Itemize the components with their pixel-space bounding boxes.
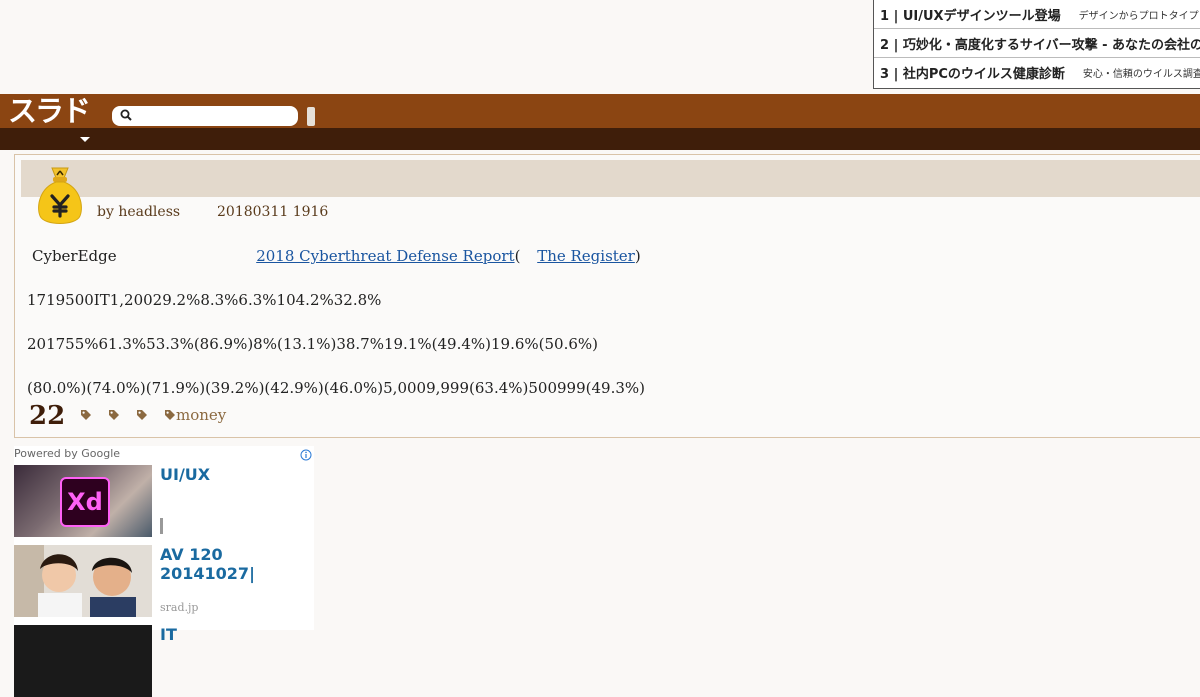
ad-title[interactable]: IT bbox=[160, 625, 310, 644]
tag-item[interactable] bbox=[108, 409, 120, 421]
ad-title[interactable]: UI/UX bbox=[160, 465, 310, 484]
ad-source: srad.jp bbox=[160, 601, 199, 614]
ad-thumbnail[interactable] bbox=[14, 625, 152, 697]
ad-item[interactable]: IT bbox=[14, 625, 314, 697]
story-intro-prefix: CyberEdge bbox=[32, 247, 117, 265]
open-paren: ( bbox=[514, 247, 521, 265]
story-author[interactable]: by headless bbox=[97, 204, 180, 220]
nav-bar bbox=[0, 128, 1200, 150]
search-box[interactable] bbox=[112, 106, 298, 126]
tag-list: money bbox=[80, 405, 242, 425]
sponsored-ads: Powered by Google Xd UI/UX AV 120 201410… bbox=[14, 446, 314, 697]
tag-icon bbox=[109, 410, 119, 420]
tag-label: money bbox=[176, 406, 227, 424]
source-link[interactable]: The Register bbox=[537, 247, 635, 265]
close-paren: ) bbox=[634, 247, 641, 265]
ranking-ad-box: 1 | UI/UXデザインツール登場 デザインからプロトタイプま 2 | 巧妙化… bbox=[873, 0, 1200, 89]
tag-icon bbox=[165, 410, 175, 420]
ranking-item-1[interactable]: 1 | UI/UXデザインツール登場 デザインからプロトタイプま bbox=[874, 0, 1200, 29]
ranking-item-2[interactable]: 2 | 巧妙化・高度化するサイバー攻撃 - あなたの会社の bbox=[874, 29, 1200, 58]
ranking-item-subtitle: デザインからプロトタイプま bbox=[1078, 10, 1200, 22]
ranking-item-title: 2 | 巧妙化・高度化するサイバー攻撃 - あなたの会社の bbox=[880, 37, 1200, 53]
ad-title[interactable]: AV 120 20141027| bbox=[160, 545, 310, 583]
search-button[interactable] bbox=[307, 107, 315, 126]
nav-dropdown-caret-icon[interactable] bbox=[80, 137, 90, 142]
story-paragraph-1: 1719500IT1,20029.2%8.3%6.3%104.2%32.8% bbox=[27, 291, 382, 309]
info-icon[interactable] bbox=[300, 449, 312, 461]
site-logo[interactable]: スラド bbox=[8, 97, 91, 126]
ad-source-marker bbox=[160, 518, 163, 534]
search-input[interactable] bbox=[138, 108, 292, 126]
story-paragraph-2: 201755%61.3%53.3%(86.9%)8%(13.1%)38.7%19… bbox=[27, 335, 598, 353]
story-date: 20180311 1916 bbox=[217, 204, 329, 220]
story-intro: CyberEdge 2018 Cyberthreat Defense Repor… bbox=[32, 247, 641, 265]
story-paragraph-3: (80.0%)(74.0%)(71.9%)(39.2%)(42.9%)(46.0… bbox=[27, 379, 645, 397]
powered-by-google: Powered by Google bbox=[14, 447, 121, 460]
people-photo-icon bbox=[14, 545, 152, 617]
ad-thumbnail[interactable] bbox=[14, 545, 152, 617]
ad-item[interactable]: AV 120 20141027| srad.jp bbox=[14, 545, 314, 617]
tag-icon bbox=[81, 410, 91, 420]
money-bag-icon bbox=[38, 167, 82, 224]
tag-item[interactable] bbox=[136, 409, 148, 421]
ad-thumbnail[interactable]: Xd bbox=[14, 465, 152, 537]
tag-icon bbox=[137, 410, 147, 420]
search-icon bbox=[120, 109, 132, 121]
ranking-item-subtitle: 安心・信頼のウイルス調査 bbox=[1082, 69, 1200, 80]
ranking-item-3[interactable]: 3 | 社内PCのウイルス健康診断 安心・信頼のウイルス調査 bbox=[874, 58, 1200, 87]
tag-item[interactable]: money bbox=[164, 406, 226, 424]
ad-item[interactable]: Xd UI/UX bbox=[14, 465, 314, 537]
ranking-item-title: 1 | UI/UXデザインツール登場 bbox=[880, 8, 1061, 24]
tag-item[interactable] bbox=[80, 409, 92, 421]
comment-count[interactable]: 22 bbox=[29, 401, 65, 431]
ranking-item-title: 3 | 社内PCのウイルス健康診断 bbox=[880, 67, 1065, 82]
report-link[interactable]: 2018 Cyberthreat Defense Report bbox=[256, 247, 514, 265]
xd-logo-icon: Xd bbox=[60, 477, 110, 527]
story-title-bar bbox=[21, 160, 1200, 197]
